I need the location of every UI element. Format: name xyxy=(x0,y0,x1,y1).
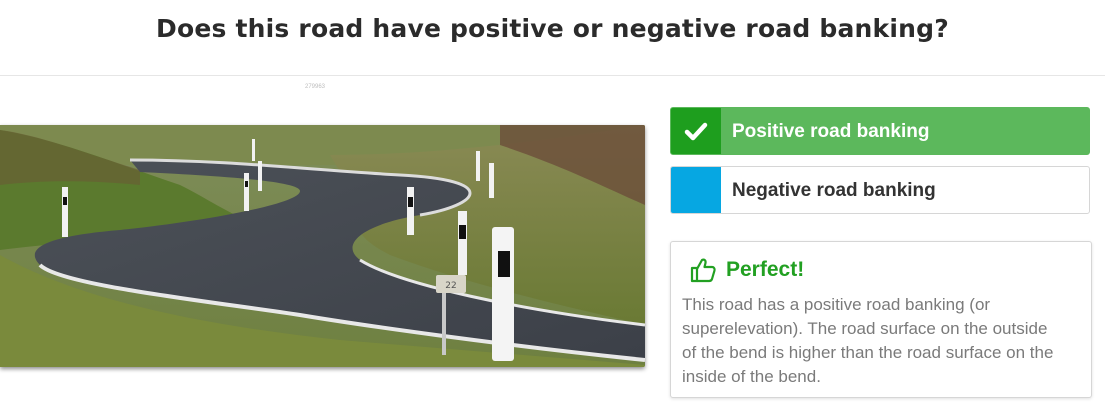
answer-option-positive[interactable]: Positive road banking xyxy=(670,107,1090,155)
thumbs-up-icon xyxy=(690,258,716,283)
question-title: Does this road have positive or negative… xyxy=(156,14,949,43)
feedback-text: This road has a positive road banking (o… xyxy=(682,295,1054,386)
option-marker xyxy=(671,108,721,154)
answer-option-negative[interactable]: Negative road banking xyxy=(670,166,1090,214)
image-caption: 279963 xyxy=(305,84,326,90)
option-label: Negative road banking xyxy=(732,180,936,201)
option-label: Positive road banking xyxy=(732,121,930,142)
question-header: Does this road have positive or negative… xyxy=(0,0,1105,76)
feedback-panel: Perfect! This road has a positive road b… xyxy=(670,241,1092,398)
feedback-title: Perfect! xyxy=(726,258,805,281)
road-photo: 22 xyxy=(0,125,645,367)
option-marker xyxy=(671,167,721,213)
road-photo-illustration: 22 xyxy=(0,125,645,367)
post-sign-number: 22 xyxy=(445,281,456,291)
check-icon xyxy=(684,122,708,141)
